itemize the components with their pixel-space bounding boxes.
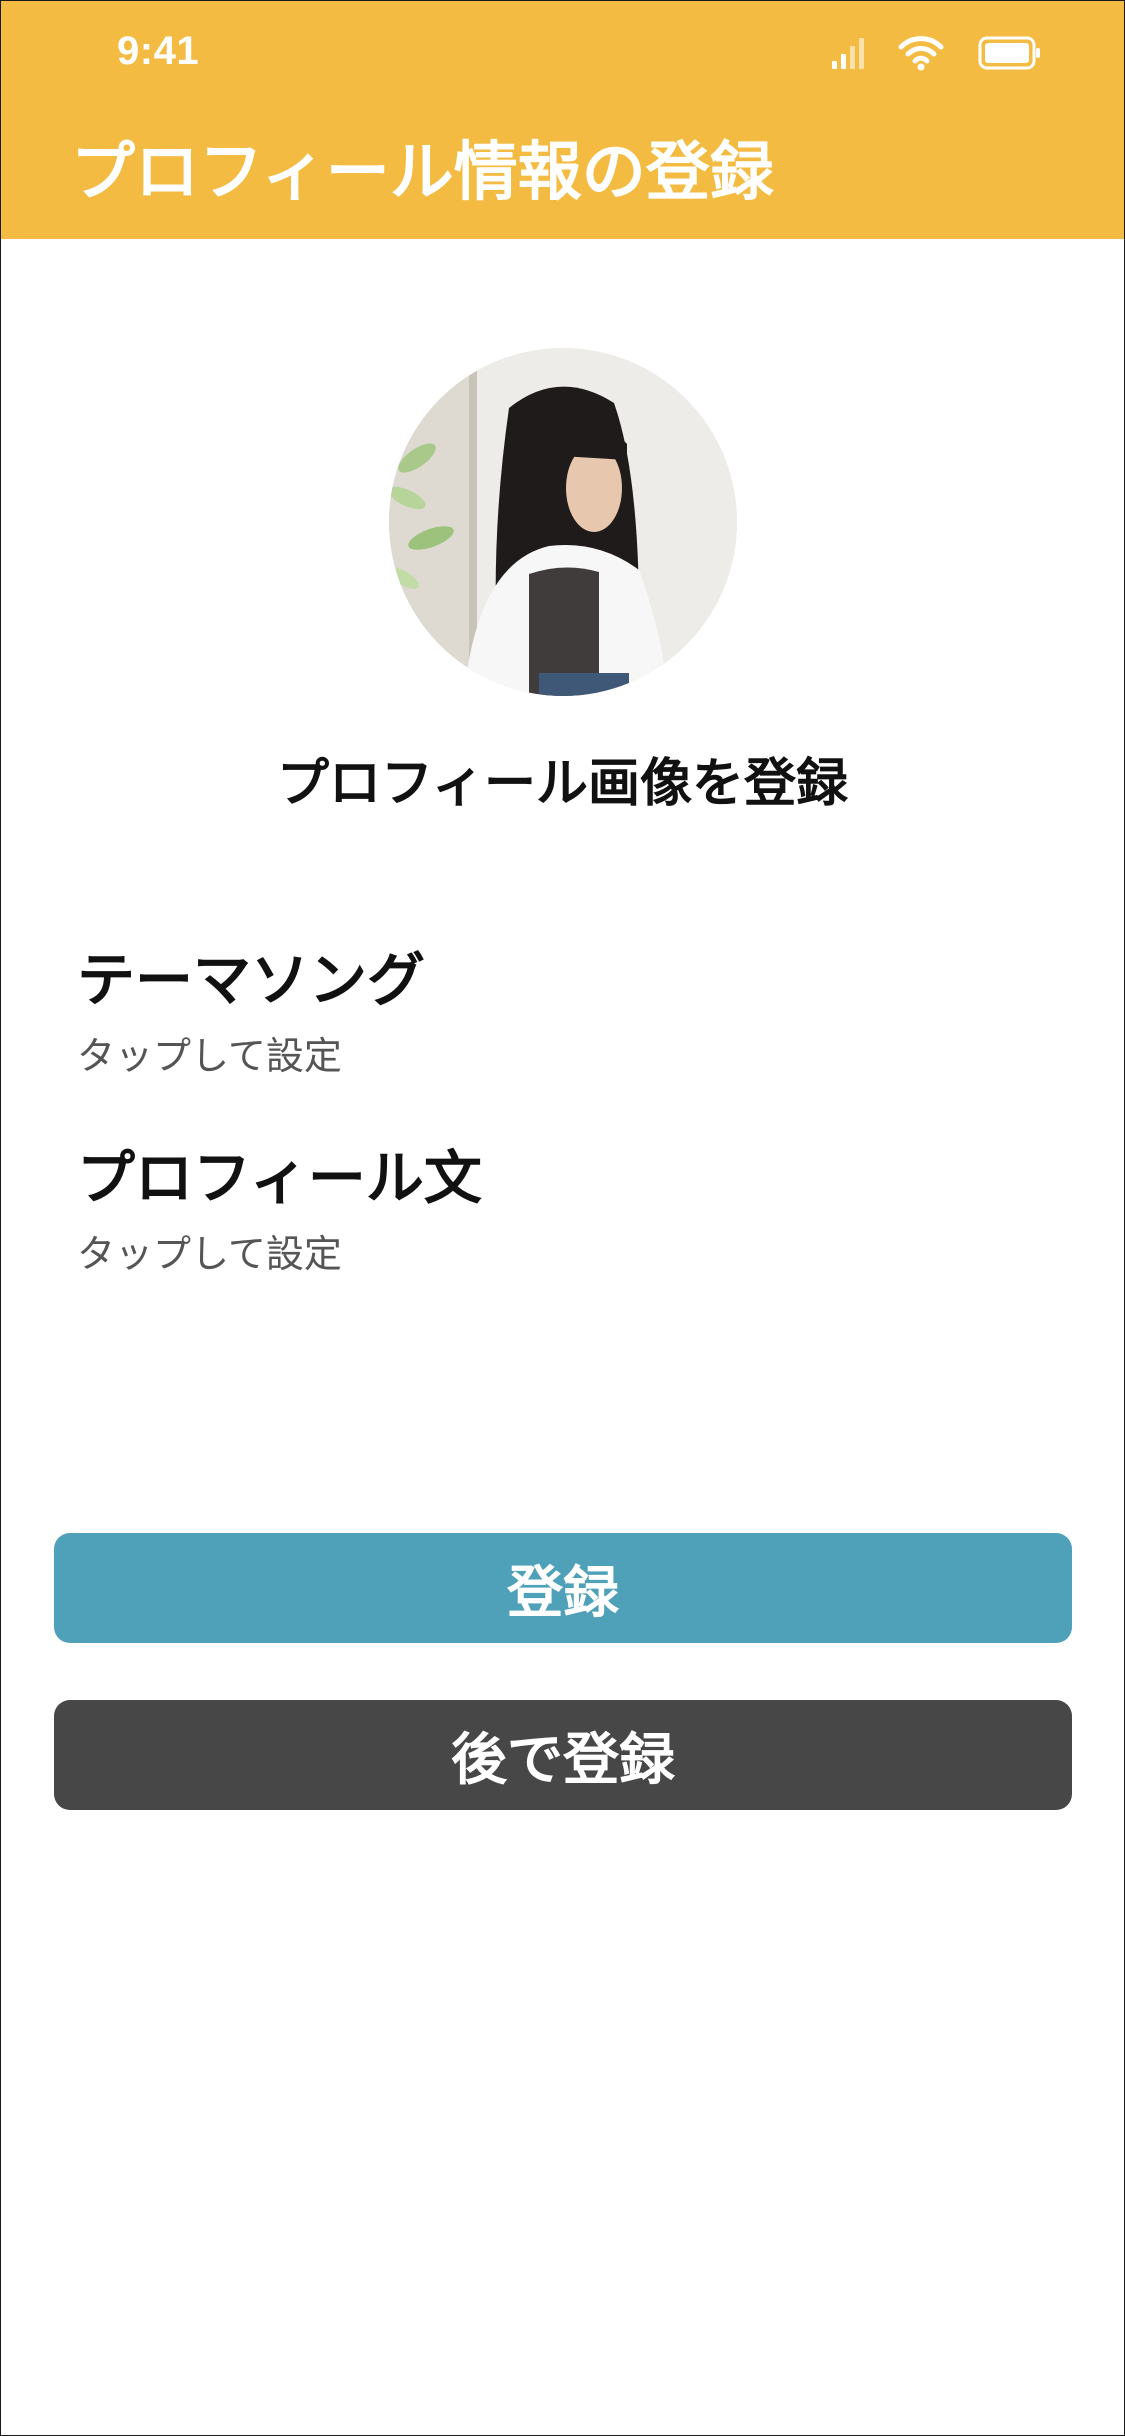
theme-song-label: テーマソング [77, 946, 426, 1014]
profile-avatar[interactable] [389, 348, 737, 696]
status-time: 9:41 [117, 29, 200, 73]
profile-text-setting[interactable]: プロフィール文 タップして設定 [77, 1143, 1057, 1281]
app-screen: 9:41 プロフィール情報の登録 プロフィール画像を登録 テーマソング タップし… [0, 0, 1125, 2436]
page-title: プロフィール情報の登録 [71, 136, 774, 210]
theme-song-setting[interactable]: テーマソング タップして設定 [77, 945, 1057, 1083]
profile-text-label: プロフィール文 [77, 1144, 482, 1212]
wifi-icon [898, 36, 944, 71]
navigation-bar: プロフィール情報の登録 [1, 99, 1124, 239]
cellular-signal-icon [832, 38, 864, 69]
battery-icon [978, 36, 1040, 70]
theme-song-hint: タップして設定 [77, 1034, 342, 1078]
profile-text-hint: タップして設定 [77, 1232, 342, 1276]
profile-image-caption[interactable]: プロフィール画像を登録 [1, 741, 1124, 816]
status-bar: 9:41 [1, 1, 1124, 99]
register-button[interactable]: 登録 [54, 1533, 1072, 1643]
profile-photo [389, 348, 737, 696]
register-later-button[interactable]: 後で登録 [54, 1700, 1072, 1810]
